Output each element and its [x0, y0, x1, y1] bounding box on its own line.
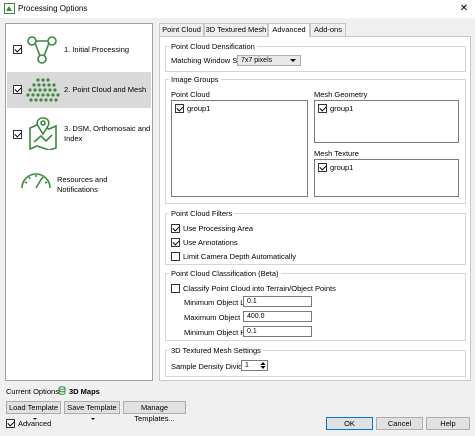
- load-template-label: Load Template: [8, 403, 59, 412]
- group-checkbox[interactable]: [175, 104, 184, 113]
- use-processing-area-checkbox[interactable]: [171, 224, 180, 233]
- point-cloud-groups-label: Point Cloud: [171, 90, 210, 99]
- mesh-geometry-list[interactable]: group1: [314, 100, 459, 143]
- cancel-button[interactable]: Cancel: [376, 417, 423, 430]
- group-title: Point Cloud Filters: [169, 209, 235, 218]
- chevron-down-icon: [91, 418, 95, 421]
- drone-network-icon: [27, 36, 57, 64]
- step-label: Resources and Notifications: [57, 175, 108, 194]
- spinner-arrows-icon[interactable]: [260, 361, 266, 370]
- limit-camera-depth-label: Limit Camera Depth Automatically: [183, 252, 296, 261]
- group-checkbox[interactable]: [318, 163, 327, 172]
- app-icon: [4, 3, 15, 14]
- step-label: 3. DSM, Orthomosaic and Index: [64, 124, 151, 143]
- step-checkbox[interactable]: [13, 85, 22, 94]
- save-template-button[interactable]: Save Template: [64, 401, 120, 421]
- sample-density-label: Sample Density Divider:: [171, 362, 252, 371]
- limit-camera-depth-checkbox[interactable]: [171, 252, 180, 261]
- step-dsm-orthomosaic-index[interactable]: 3. DSM, Orthomosaic and Index: [7, 114, 151, 154]
- window-title: Processing Options: [18, 4, 88, 13]
- mesh-texture-label: Mesh Texture: [314, 149, 359, 158]
- gauge-icon: [21, 173, 51, 189]
- classification-group: Point Cloud Classification (Beta) Classi…: [165, 269, 466, 341]
- step-checkbox[interactable]: [13, 45, 22, 54]
- mesh-settings-group: 3D Textured Mesh Settings Sample Density…: [165, 346, 466, 377]
- list-item: group1: [330, 163, 354, 172]
- sample-density-input[interactable]: 1: [241, 360, 268, 371]
- advanced-label: Advanced: [18, 419, 52, 428]
- group-title: Point Cloud Classification (Beta): [169, 269, 281, 278]
- matching-window-value: 7x7 pixels: [241, 57, 273, 64]
- sample-density-value: 1: [245, 362, 249, 369]
- group-title: 3D Textured Mesh Settings: [169, 346, 263, 355]
- min-object-height-input[interactable]: 0.1: [243, 326, 312, 337]
- mesh-geometry-label: Mesh Geometry: [314, 90, 368, 99]
- database-icon: [58, 386, 66, 395]
- steps-panel: 1. Initial Processing 2. Point Cloud and…: [5, 23, 153, 381]
- classify-point-cloud-checkbox[interactable]: [171, 284, 180, 293]
- matching-window-select[interactable]: 7x7 pixels: [237, 55, 301, 66]
- step-label: 2. Point Cloud and Mesh: [64, 85, 147, 94]
- map-pin-icon: [29, 117, 57, 150]
- group-title: Image Groups: [169, 75, 221, 84]
- advanced-tab-panel: Point Cloud Densification Matching Windo…: [159, 36, 471, 381]
- save-template-label: Save Template: [67, 403, 117, 412]
- step-resources-notifications[interactable]: Resources and Notifications: [7, 162, 151, 198]
- group-checkbox[interactable]: [318, 104, 327, 113]
- current-options-value: 3D Maps: [69, 387, 100, 396]
- min-object-length-input[interactable]: 0.1: [243, 296, 312, 307]
- use-processing-area-label: Use Processing Area: [183, 224, 254, 233]
- tab-advanced[interactable]: Advanced: [268, 23, 310, 37]
- step-label: 1. Initial Processing: [64, 45, 130, 54]
- point-cloud-groups-list[interactable]: group1: [171, 100, 308, 197]
- chevron-down-icon: [290, 59, 296, 62]
- point-cloud-icon: [26, 78, 60, 102]
- image-groups-group: Image Groups Point Cloud group1 Mesh Geo…: [165, 75, 466, 204]
- use-annotations-checkbox[interactable]: [171, 238, 180, 247]
- use-annotations-label: Use Annotations: [183, 238, 238, 247]
- close-button[interactable]: ✕: [455, 1, 473, 17]
- list-item: group1: [187, 104, 211, 113]
- mesh-texture-list[interactable]: group1: [314, 159, 459, 197]
- manage-templates-button[interactable]: Manage Templates...: [123, 401, 186, 423]
- list-item: group1: [330, 104, 354, 113]
- group-title: Point Cloud Densification: [169, 42, 257, 51]
- advanced-checkbox[interactable]: [6, 419, 15, 428]
- current-options-label: Current Options:: [6, 387, 62, 396]
- step-initial-processing[interactable]: 1. Initial Processing: [7, 32, 151, 68]
- load-template-button[interactable]: Load Template: [6, 401, 61, 421]
- ok-button[interactable]: OK: [326, 417, 373, 430]
- tab-3d-textured-mesh[interactable]: 3D Textured Mesh: [204, 23, 268, 36]
- filters-group: Point Cloud Filters Use Processing Area …: [165, 209, 466, 265]
- tab-add-ons[interactable]: Add-ons: [310, 23, 346, 36]
- max-object-length-input[interactable]: 400.0: [243, 311, 312, 322]
- tab-point-cloud[interactable]: Point Cloud: [159, 23, 204, 36]
- step-checkbox[interactable]: [13, 130, 22, 139]
- densification-group: Point Cloud Densification Matching Windo…: [165, 42, 466, 72]
- help-button[interactable]: Help: [426, 417, 470, 430]
- classify-point-cloud-label: Classify Point Cloud into Terrain/Object…: [183, 284, 336, 293]
- step-point-cloud-and-mesh[interactable]: 2. Point Cloud and Mesh: [7, 72, 151, 108]
